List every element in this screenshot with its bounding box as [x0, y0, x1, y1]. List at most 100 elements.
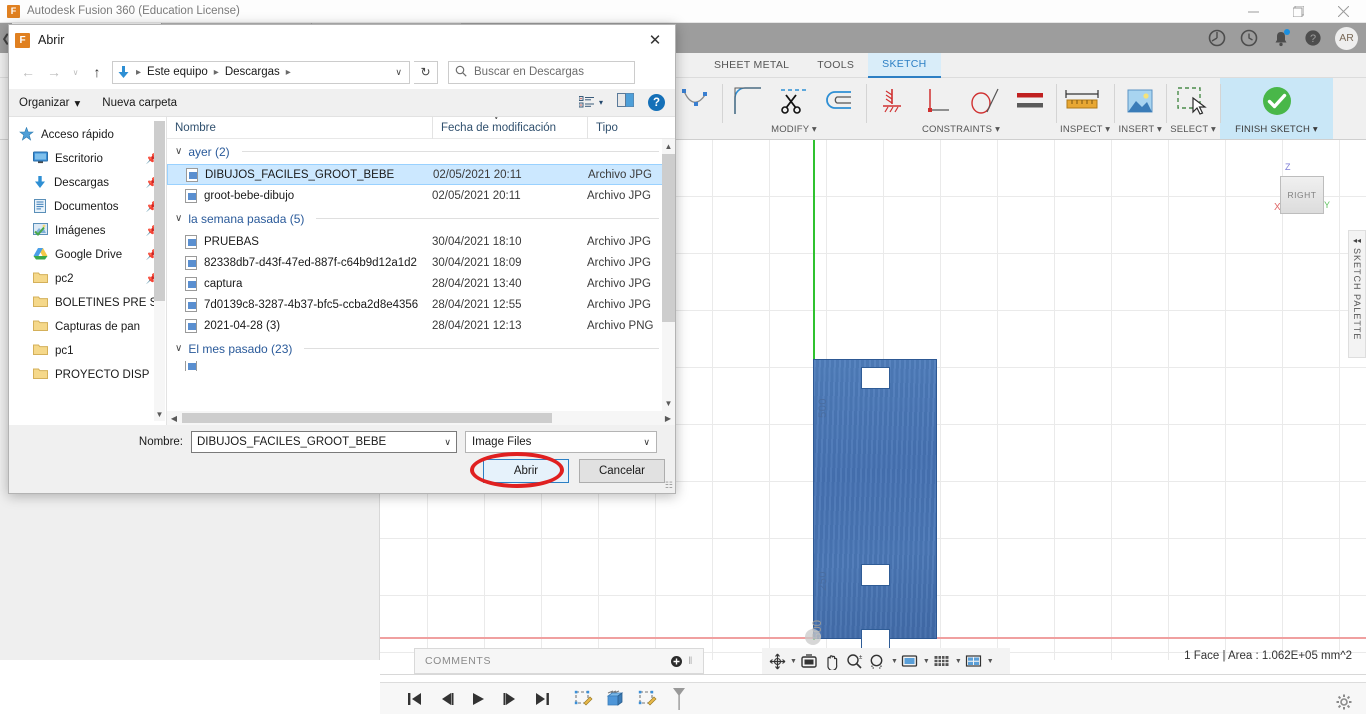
up-button[interactable]: ↑ [86, 60, 108, 84]
column-header-fecha[interactable]: ∨ Fecha de modificación [432, 117, 587, 139]
sketch2-feature-icon[interactable] [634, 687, 659, 711]
table-row[interactable]: captura 28/04/2021 13:40 Archivo JPG [167, 273, 675, 294]
sidebar-item-boletines-pre-s[interactable]: BOLETINES PRE S [9, 291, 166, 315]
forward-button[interactable]: → [43, 60, 65, 84]
display-settings-icon[interactable] [798, 649, 820, 673]
marker-icon[interactable] [666, 687, 691, 711]
chevron-down-icon[interactable]: ▼ [922, 658, 930, 665]
insert-image-icon[interactable] [1118, 80, 1162, 122]
viewcube[interactable]: Z X Y RIGHT [1272, 162, 1338, 224]
help-icon[interactable]: ? [1303, 29, 1322, 48]
table-row[interactable]: groot-bebe-dibujo 02/05/2021 20:11 Archi… [167, 185, 675, 206]
sketch-palette-tab[interactable]: ◂◂ SKETCH PALETTE [1348, 230, 1366, 358]
file-type-filter-select[interactable]: Image Files ∨ [465, 431, 657, 453]
recent-history-icon[interactable] [1239, 29, 1258, 48]
resize-grip-icon[interactable]: ☷ [665, 480, 673, 491]
fit-icon[interactable] [867, 649, 889, 673]
sidebar-item-proyecto-disp[interactable]: PROYECTO DISP [9, 363, 166, 387]
jump-end-icon[interactable] [530, 687, 555, 711]
scroll-left-icon[interactable]: ◀ [167, 411, 181, 425]
scrollbar-thumb[interactable] [182, 413, 552, 423]
sidebar-item-descargas[interactable]: Descargas 📌 [9, 171, 166, 195]
scroll-down-icon[interactable]: ▼ [662, 396, 675, 411]
sidebar-item-google-drive[interactable]: Google Drive 📌 [9, 243, 166, 267]
fillet-icon[interactable] [726, 80, 770, 122]
step-forward-icon[interactable] [498, 687, 523, 711]
column-header-tipo[interactable]: Tipo [587, 117, 675, 139]
collapse-left-icon[interactable]: ◂◂ [1353, 236, 1361, 245]
sidebar-item-pc2[interactable]: pc2 📌 [9, 267, 166, 291]
display-mode-icon[interactable] [899, 649, 921, 673]
table-row[interactable]: 2021-04-28 (3) 28/04/2021 12:13 Archivo … [167, 315, 675, 336]
sidebar-item-pc1[interactable]: pc1 [9, 339, 166, 363]
notifications-icon[interactable] [1271, 28, 1290, 48]
scroll-right-icon[interactable]: ▶ [661, 411, 675, 425]
settings-gear-icon[interactable] [1336, 694, 1352, 714]
play-icon[interactable] [466, 687, 491, 711]
sidebar-item-capturas-de-pan[interactable]: Capturas de pan [9, 315, 166, 339]
breadcrumb-item-1[interactable]: Descargas [225, 66, 280, 78]
sidebar-scrollbar[interactable]: ▼ [154, 121, 165, 421]
open-button[interactable]: Abrir [483, 459, 569, 483]
chevron-down-icon[interactable]: ▼ [986, 658, 994, 665]
close-icon[interactable]: ✕ [641, 28, 669, 52]
view-options-icon[interactable]: ▾ [578, 96, 603, 109]
file-list-scrollbar[interactable]: ▲ ▼ [662, 139, 675, 411]
chevron-down-icon[interactable]: ∨ [444, 437, 451, 448]
tangent-constraint-icon[interactable] [962, 80, 1006, 122]
file-group-header-semana-pasada[interactable]: ∨ la semana pasada (5) [167, 206, 675, 231]
viewcube-face-label[interactable]: RIGHT [1280, 176, 1324, 214]
file-list-horizontal-scrollbar[interactable]: ◀ ▶ [167, 411, 675, 425]
zoom-icon[interactable]: ± [844, 649, 866, 673]
step-back-icon[interactable] [434, 687, 459, 711]
pan-hand-icon[interactable] [821, 649, 843, 673]
ribbon-group-finish-sketch[interactable]: FINISH SKETCH ▾ [1220, 78, 1334, 139]
chevron-down-icon[interactable]: ▼ [954, 658, 962, 665]
chevron-down-icon[interactable]: ▼ [789, 658, 797, 665]
chevron-down-icon[interactable]: ∨ [175, 343, 182, 354]
jump-start-icon[interactable] [402, 687, 427, 711]
column-header-nombre[interactable]: Nombre [167, 117, 432, 139]
measure-ruler-icon[interactable] [1060, 80, 1104, 122]
table-row[interactable]: 7d0139c8-3287-4b37-bfc5-ccba2d8e4356 28/… [167, 294, 675, 315]
recent-locations-button[interactable]: ∨ [69, 60, 82, 84]
table-row[interactable]: DIBUJOS_FACILES_GROOT_BEBE 02/05/2021 20… [167, 164, 675, 185]
sidebar-item-documentos[interactable]: Documentos 📌 [9, 195, 166, 219]
fix-constraint-icon[interactable] [870, 80, 914, 122]
file-group-header-mes-pasado[interactable]: ∨ El mes pasado (23) [167, 336, 675, 361]
scrollbar-thumb[interactable] [662, 154, 675, 322]
finish-sketch-check-icon[interactable] [1255, 80, 1299, 122]
cancel-button[interactable]: Cancelar [579, 459, 665, 483]
orbit-icon[interactable] [766, 649, 788, 673]
sidebar-item-acceso-rapido[interactable]: Acceso rápido [9, 123, 166, 147]
grid-snap-icon[interactable] [931, 649, 953, 673]
breadcrumb-item-0[interactable]: Este equipo [147, 66, 208, 78]
close-icon[interactable] [1321, 0, 1366, 23]
file-list[interactable]: ∨ ayer (2) DIBUJOS_FACILES_GROOT_BEBE 02… [167, 139, 675, 411]
offset-icon[interactable] [818, 80, 862, 122]
select-marquee-icon[interactable] [1170, 80, 1214, 122]
perpendicular-constraint-icon[interactable] [916, 80, 960, 122]
new-folder-button[interactable]: Nueva carpeta [102, 97, 199, 109]
organize-button[interactable]: Organizar ▾ [19, 96, 102, 110]
sidebar-item-imagenes[interactable]: Imágenes 📌 [9, 219, 166, 243]
scrollbar-thumb[interactable] [154, 121, 165, 301]
scroll-up-icon[interactable]: ▲ [662, 139, 675, 154]
ribbon-tab-sheet-metal[interactable]: SHEET METAL [700, 53, 803, 78]
refresh-button[interactable]: ↻ [414, 60, 438, 84]
viewports-icon[interactable] [963, 649, 985, 673]
ribbon-tab-sketch[interactable]: SKETCH [868, 52, 941, 78]
ribbon-tab-tools[interactable]: TOOLS [803, 53, 868, 78]
sketch-feature-icon[interactable] [570, 687, 595, 711]
sidebar-item-escritorio[interactable]: Escritorio 📌 [9, 147, 166, 171]
avatar[interactable]: AR [1335, 26, 1358, 50]
preview-pane-icon[interactable] [617, 93, 634, 112]
filename-input[interactable]: DIBUJOS_FACILES_GROOT_BEBE ∨ [191, 431, 457, 453]
trim-scissors-icon[interactable] [772, 80, 816, 122]
minimize-icon[interactable] [1231, 0, 1276, 23]
chevron-down-icon[interactable]: ▼ [890, 658, 898, 665]
extrude-feature-icon[interactable] [602, 687, 627, 711]
equal-constraint-icon[interactable] [1008, 80, 1052, 122]
comments-bar[interactable]: COMMENTS ‖ [414, 648, 704, 674]
chevron-down-icon[interactable]: ∨ [175, 146, 182, 157]
